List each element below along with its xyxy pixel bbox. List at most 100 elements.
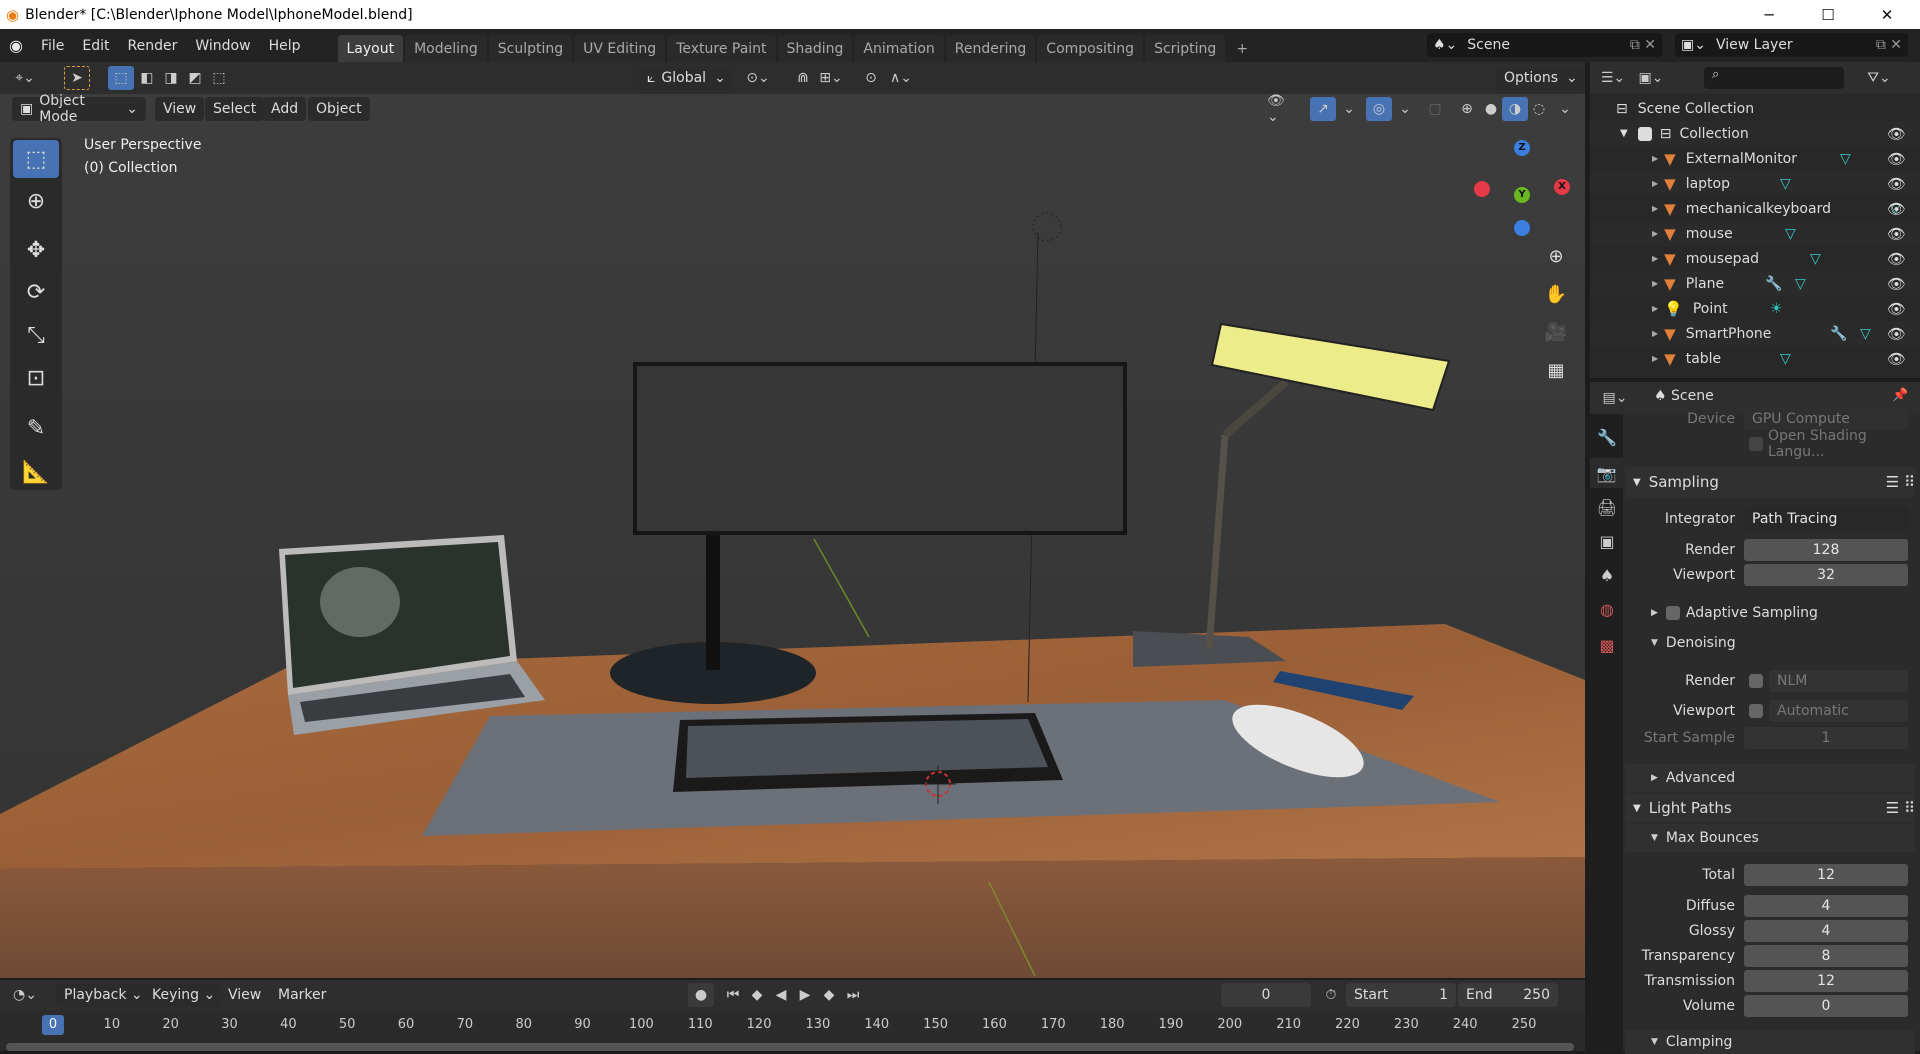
adaptive-sampling-checkbox[interactable] [1665,606,1680,620]
select-subtract-icon[interactable]: ◨ [158,66,184,90]
new-view-layer-icon[interactable]: ⧉ ✕ [1876,37,1902,53]
select-invert-icon[interactable]: ◩ [182,66,208,90]
tab-layout[interactable]: Layout [337,35,404,62]
expand-arrow-icon[interactable]: ▶ [1652,229,1658,238]
modifier-data-icon[interactable]: 🔧 [1765,276,1782,292]
denoise-viewport-checkbox[interactable] [1749,704,1763,718]
gizmo-neg-x-axis[interactable] [1474,181,1490,197]
denoising-subpanel[interactable]: ▼ Denoising [1625,631,1920,655]
scale-tool[interactable]: ⤡ [13,316,59,354]
menu-help[interactable]: Help [260,38,310,54]
menu-window[interactable]: Window [186,38,259,54]
wireframe-shading-icon[interactable]: ⊕ [1454,97,1480,121]
timeline-marker-menu[interactable]: Marker [278,987,326,1003]
transform-orientation-dropdown[interactable]: ⟀ Global ⌄ [639,66,734,90]
mesh-data-icon[interactable]: ▽ [1810,251,1821,267]
panel-presets-icon[interactable]: ☰ ⠿ [1886,799,1915,817]
playback-menu[interactable]: Playback ⌄ [56,983,151,1007]
measure-tool[interactable]: 📐 [13,453,59,491]
gizmo-z-axis[interactable]: Z [1514,140,1530,156]
modifier-data-icon[interactable]: 🔧 [1830,326,1847,342]
prev-keyframe-icon[interactable]: ◆ [744,983,770,1007]
gizmo-dropdown-icon[interactable]: ⌄ [1336,97,1362,121]
jump-start-icon[interactable]: ⏮ [720,983,746,1007]
transform-tool[interactable]: ⊡ [13,359,59,397]
outliner-item[interactable]: ▶ ▼ mouse ▽ 👁 [1590,221,1920,246]
tab-rendering[interactable]: Rendering [945,35,1036,62]
add-workspace-button[interactable]: + [1227,35,1257,62]
mesh-data-icon[interactable]: ▽ [1840,151,1851,167]
proportional-edit-icon[interactable]: ⊙ [858,66,884,90]
expand-arrow-icon[interactable]: ▶ [1652,329,1658,338]
light-paths-panel-header[interactable]: ▼ Light Paths ☰ ⠿ [1625,793,1915,823]
blender-menu-icon[interactable]: ◉ [0,36,32,55]
osl-checkbox[interactable] [1749,437,1763,451]
light-data-icon[interactable]: ☀ [1770,301,1783,317]
bounce-field[interactable]: 0 [1744,995,1908,1017]
tab-shading[interactable]: Shading [777,35,853,62]
camera-view-icon[interactable]: 🎥 [1541,317,1571,347]
minimize-button[interactable]: ─ [1740,0,1798,29]
sampling-panel-header[interactable]: ▼ Sampling ☰ ⠿ [1625,467,1915,497]
outliner-scene-collection[interactable]: ⊟ Scene Collection [1590,96,1920,121]
mesh-data-icon[interactable]: ▽ [1785,226,1796,242]
expand-arrow-icon[interactable]: ▶ [1652,254,1658,263]
3d-viewport[interactable]: ⌖⌄ ➤ ⬚ ◧ ◨ ◩ ⬚ ⟀ Global ⌄ ⊙⌄ ⋒ ⊞⌄ ⊙ ∧⌄ Opt… [0,62,1585,978]
falloff-icon[interactable]: ∧⌄ [888,66,914,90]
menu-view[interactable]: View [155,97,205,121]
shading-dropdown-icon[interactable]: ⌄ [1552,97,1578,121]
denoise-render-dropdown[interactable]: NLM [1769,670,1908,692]
tab-animation[interactable]: Animation [854,35,944,62]
outliner-item[interactable]: ▶ ▼ table ▽ 👁 [1590,346,1920,371]
visibility-icon[interactable]: 👁⌄ [1267,93,1293,125]
outliner-item[interactable]: ▶ ▼ SmartPhone 🔧 ▽ 👁 [1590,321,1920,346]
bounce-field[interactable]: 4 [1744,920,1908,942]
eye-icon[interactable]: 👁 [1887,150,1906,168]
outliner-item[interactable]: ▶ ▼ mousepad ▽ 👁 [1590,246,1920,271]
gizmo-toggle-icon[interactable]: ↗ [1310,97,1336,121]
ortho-grid-icon[interactable]: ▦ [1541,355,1571,385]
tab-sculpting[interactable]: Sculpting [488,35,573,62]
eye-icon[interactable]: 👁 [1887,125,1906,143]
outliner-item[interactable]: ▶ ▼ ExternalMonitor ▽ 👁 [1590,146,1920,171]
options-dropdown[interactable]: Options ⌄ [1496,66,1585,90]
play-reverse-icon[interactable]: ◀ [768,983,794,1007]
record-icon[interactable]: ● [688,983,714,1007]
bounce-field[interactable]: 12 [1744,970,1908,992]
tab-texture-paint[interactable]: Texture Paint [667,35,776,62]
eye-icon[interactable]: 👁 [1887,300,1906,318]
expand-arrow-icon[interactable]: ▶ [1652,154,1658,163]
tab-compositing[interactable]: Compositing [1037,35,1144,62]
mesh-data-icon[interactable]: ▽ [1780,351,1791,367]
menu-select[interactable]: Select [205,97,265,121]
view-layer-tab-icon[interactable]: ▣ [1592,526,1622,556]
select-extend-icon[interactable]: ◧ [134,66,160,90]
outliner-item[interactable]: ▶ ▼ laptop ▽ 👁 [1590,171,1920,196]
select-tool-icon[interactable]: ➤ [64,66,90,90]
denoise-viewport-dropdown[interactable]: Automatic [1769,700,1908,722]
snap-icon[interactable]: ⋒ [790,66,816,90]
max-bounces-subpanel[interactable]: ▼ Max Bounces [1625,824,1915,852]
close-button[interactable]: ✕ [1858,0,1916,29]
gizmo-y-axis[interactable]: Y [1514,187,1530,203]
snap-target-icon[interactable]: ⊞⌄ [818,66,844,90]
timeline-scrollbar[interactable] [6,1043,1574,1051]
menu-add[interactable]: Add [263,97,307,121]
collection-checkbox[interactable] [1637,126,1652,141]
bounce-field[interactable]: 12 [1744,864,1908,886]
tab-scripting[interactable]: Scripting [1145,35,1226,62]
eye-icon[interactable]: 👁 [1887,225,1906,243]
eye-icon[interactable]: 👁 [1887,200,1906,218]
scene-tab-icon[interactable]: ♠ [1592,560,1622,590]
tab-uv-editing[interactable]: UV Editing [574,35,666,62]
mesh-data-icon[interactable]: ▽ [1780,176,1791,192]
select-new-icon[interactable]: ⬚ [108,66,134,90]
eye-icon[interactable]: 👁 [1887,175,1906,193]
world-tab-icon[interactable]: ◍ [1592,594,1622,624]
expand-arrow-icon[interactable]: ▶ [1652,279,1658,288]
tool-tab-icon[interactable]: 🔧 [1592,422,1622,452]
texture-tab-icon[interactable]: ▩ [1592,630,1622,660]
eye-icon[interactable]: 👁 [1887,325,1906,343]
rendered-shading-icon[interactable]: ◌ [1526,97,1552,121]
maximize-button[interactable]: ☐ [1799,0,1857,29]
